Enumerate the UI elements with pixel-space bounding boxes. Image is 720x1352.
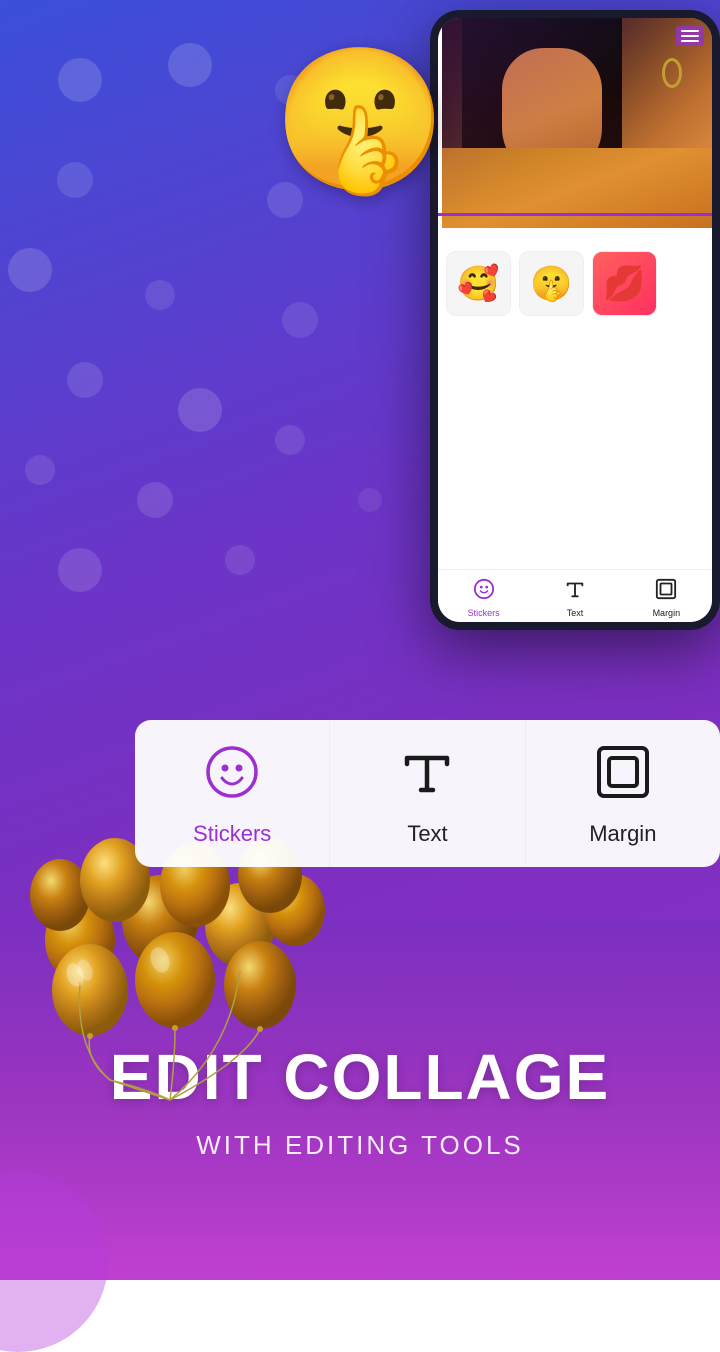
stickers-label: Stickers	[193, 821, 271, 847]
woman-photo	[442, 18, 712, 228]
phone-tool-margin[interactable]: Margin	[621, 578, 712, 618]
sticker-item-3[interactable]: 💋	[592, 251, 657, 316]
deco-circle	[0, 1172, 108, 1352]
sticker-emoji-2: 🤫	[530, 264, 572, 304]
phone-stickers-label: Stickers	[468, 608, 500, 618]
balloons-decoration	[30, 830, 330, 1110]
dress	[442, 148, 712, 228]
menu-line	[681, 40, 699, 42]
menu-line	[681, 35, 699, 37]
phone-mockup: 🥰 🤫 💋	[420, 0, 720, 680]
phone-tool-text[interactable]: Text	[529, 578, 620, 618]
phone-screen: 🥰 🤫 💋	[438, 18, 712, 622]
earring	[662, 58, 682, 88]
margin-button[interactable]: Margin	[526, 720, 720, 867]
face	[502, 48, 602, 178]
sticker-item-2[interactable]: 🤫	[519, 251, 584, 316]
phone-sticker-row: 🥰 🤫 💋	[438, 243, 712, 324]
hair	[462, 18, 622, 228]
phone-tool-stickers[interactable]: Stickers	[438, 578, 529, 618]
margin-icon	[595, 744, 651, 813]
main-toolbar: Stickers Text Margin	[135, 720, 720, 867]
phone-text-label: Text	[567, 608, 584, 618]
phone-frame: 🥰 🤫 💋	[430, 10, 720, 630]
phone-toolbar: Stickers Text	[438, 569, 712, 622]
text-button[interactable]: Text	[330, 720, 525, 867]
phone-margin-label: Margin	[653, 608, 681, 618]
menu-button[interactable]	[676, 26, 704, 46]
stickers-icon	[204, 744, 260, 813]
menu-line	[681, 30, 699, 32]
margin-label: Margin	[589, 821, 656, 847]
shushing-emoji: 🤫	[273, 50, 447, 190]
text-label: Text	[407, 821, 447, 847]
purple-border	[438, 213, 712, 216]
text-icon	[399, 744, 455, 813]
sticker-emoji-1: 🥰	[457, 264, 499, 304]
text-icon-small	[564, 578, 586, 606]
sticker-item-1[interactable]: 🥰	[446, 251, 511, 316]
stickers-button[interactable]: Stickers	[135, 720, 330, 867]
edit-subtitle: WITH EDITING TOOLS	[196, 1130, 524, 1161]
margin-icon-small	[655, 578, 677, 606]
sticker-emoji-3: 💋	[603, 264, 645, 304]
stickers-icon-small	[473, 578, 495, 606]
